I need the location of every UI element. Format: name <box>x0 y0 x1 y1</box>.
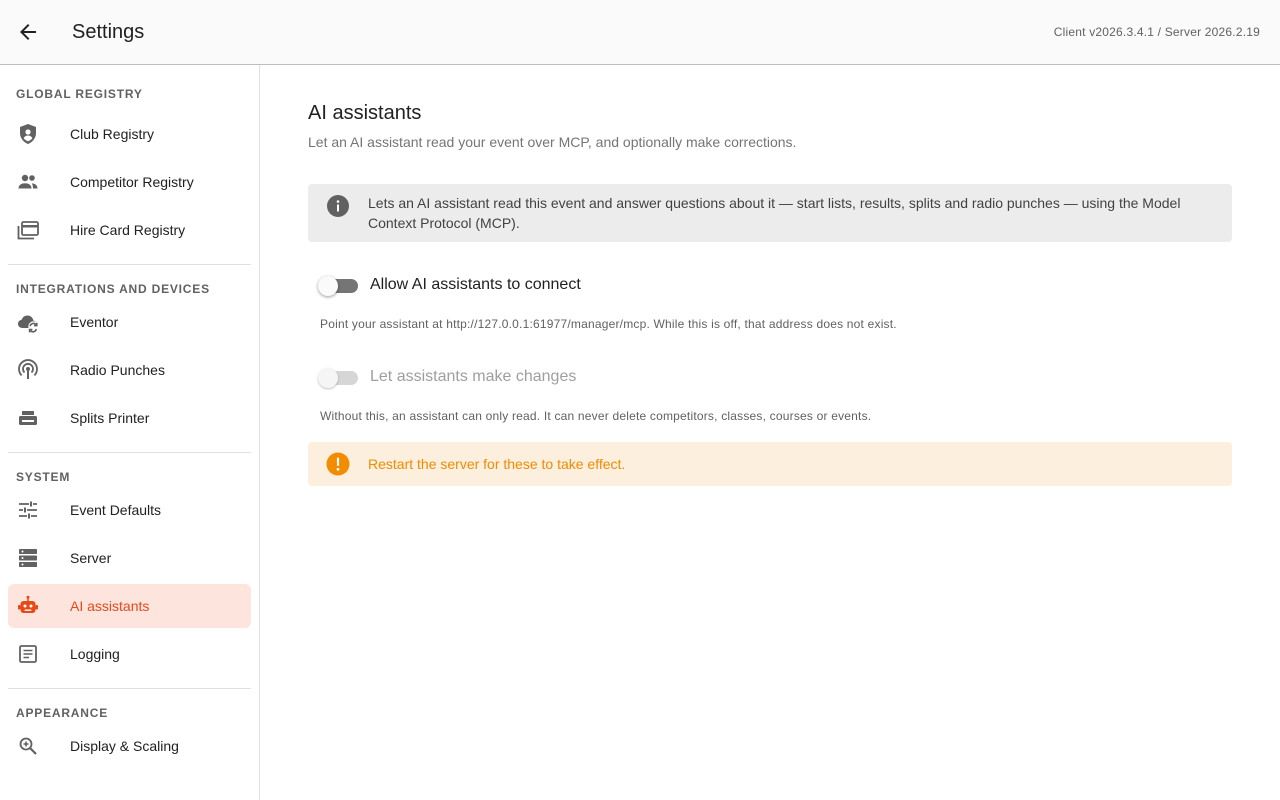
sidebar-item-label: Display & Scaling <box>70 738 179 754</box>
page-title: Settings <box>72 21 145 43</box>
sidebar-item-club-registry[interactable]: Club Registry <box>8 112 251 156</box>
allow-connect-label: Allow AI assistants to connect <box>370 276 581 293</box>
sidebar-item-label: Splits Printer <box>70 410 150 426</box>
sidebar-divider <box>8 264 251 265</box>
sidebar-item-eventor[interactable]: Eventor <box>8 300 251 344</box>
settings-sidebar: GLOBAL REGISTRY Club Registry Competitor… <box>0 65 260 800</box>
top-app-bar: Settings Client v2026.3.4.1 / Server 202… <box>0 0 1280 65</box>
sidebar-item-ai-assistants[interactable]: AI assistants <box>8 584 251 628</box>
sidebar-item-logging[interactable]: Logging <box>8 632 251 676</box>
tune-icon <box>16 498 40 522</box>
warning-icon <box>326 452 350 476</box>
allow-changes-row: Let assistants make changes <box>318 364 918 388</box>
info-banner: Lets an AI assistant read this event and… <box>308 184 1232 242</box>
sidebar-item-label: AI assistants <box>70 598 150 614</box>
section-header-integrations: INTEGRATIONS AND DEVICES <box>16 282 210 296</box>
printer-icon <box>16 406 40 430</box>
section-header-system: SYSTEM <box>16 470 71 484</box>
allow-changes-label: Let assistants make changes <box>370 368 577 385</box>
sidebar-item-label: Server <box>70 550 112 566</box>
switch-thumb <box>318 368 338 388</box>
robot-icon <box>16 594 40 618</box>
sidebar-item-competitor-registry[interactable]: Competitor Registry <box>8 160 251 204</box>
version-label: Client v2026.3.4.1 / Server 2026.2.19 <box>1053 25 1260 39</box>
arrow-left-icon <box>20 24 36 40</box>
allow-connect-row: Allow AI assistants to connect <box>318 272 918 296</box>
section-header-global-registry: GLOBAL REGISTRY <box>16 87 143 101</box>
allow-changes-toggle[interactable] <box>318 368 360 388</box>
info-text: Lets an AI assistant read this event and… <box>368 195 1181 231</box>
sidebar-item-label: Competitor Registry <box>70 174 194 190</box>
switch-thumb <box>318 276 338 296</box>
sidebar-item-splits-printer[interactable]: Splits Printer <box>8 396 251 440</box>
sidebar-divider <box>8 452 251 453</box>
server-icon <box>16 546 40 570</box>
allow-changes-helper: Without this, an assistant can only read… <box>320 409 872 423</box>
people-icon <box>16 170 40 194</box>
radio-tower-icon <box>16 358 40 382</box>
allow-connect-toggle[interactable] <box>318 276 360 296</box>
allow-connect-helper: Point your assistant at http://127.0.0.1… <box>320 317 897 331</box>
sidebar-item-label: Event Defaults <box>70 502 162 518</box>
cards-icon <box>16 218 40 242</box>
sidebar-item-label: Club Registry <box>70 126 155 142</box>
section-title: AI assistants <box>308 102 422 124</box>
zoom-in-icon <box>16 734 40 758</box>
sidebar-item-display-scaling[interactable]: Display & Scaling <box>8 724 251 768</box>
sidebar-item-label: Logging <box>70 646 120 662</box>
sidebar-item-label: Radio Punches <box>70 362 165 378</box>
info-icon <box>326 194 350 218</box>
cloud-sync-icon <box>16 310 40 334</box>
sidebar-item-radio-punches[interactable]: Radio Punches <box>8 348 251 392</box>
restart-warning-banner: Restart the server for these to take eff… <box>308 442 1232 486</box>
sidebar-item-hire-card-registry[interactable]: Hire Card Registry <box>8 208 251 252</box>
sidebar-item-label: Eventor <box>70 314 119 330</box>
document-icon <box>16 642 40 666</box>
sidebar-divider <box>8 688 251 689</box>
shield-account-icon <box>16 122 40 146</box>
section-subtitle: Let an AI assistant read your event over… <box>308 134 797 150</box>
restart-warning-text: Restart the server for these to take eff… <box>368 456 626 472</box>
section-header-appearance: APPEARANCE <box>16 706 109 720</box>
back-button[interactable] <box>14 18 42 46</box>
sidebar-item-label: Hire Card Registry <box>70 222 186 238</box>
sidebar-item-server[interactable]: Server <box>8 536 251 580</box>
sidebar-item-event-defaults[interactable]: Event Defaults <box>8 488 251 532</box>
settings-content: AI assistants Let an AI assistant read y… <box>260 65 1280 800</box>
